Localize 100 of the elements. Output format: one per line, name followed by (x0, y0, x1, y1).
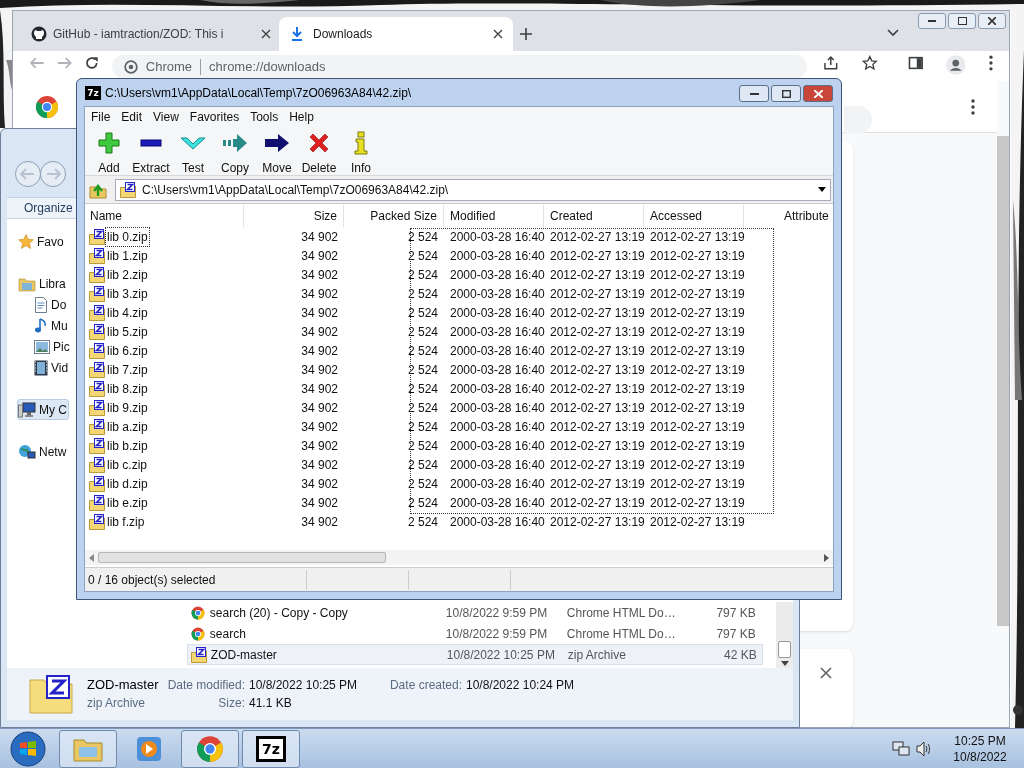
created-date: 2012-02-27 13:19 (549, 285, 644, 303)
file-name[interactable]: lib 4.zip (106, 303, 149, 322)
file-type: zip Archive (87, 695, 147, 712)
field-value: 41.1 KB (249, 695, 293, 712)
url-text: chrome://downloads (209, 57, 326, 76)
clock[interactable]: 10:25 PM 10/8/2022 (944, 732, 1016, 765)
file-name[interactable]: lib 9.zip (106, 398, 149, 417)
file-name: ZOD-master (87, 676, 160, 694)
file-name[interactable]: lib f.zip (106, 512, 146, 531)
file-date: 10/8/2022 9:59 PM (445, 604, 549, 622)
menu-item[interactable]: Help (285, 107, 318, 126)
file-type: Chrome HTML Do… (566, 625, 677, 643)
field-value: 10/8/2022 10:25 PM (249, 677, 359, 694)
modified-date: 2000-03-28 16:40 (449, 247, 544, 265)
menu-item[interactable]: Favorites (185, 107, 244, 126)
packed-size: 2 524 (406, 494, 439, 512)
file-name[interactable]: lib a.zip (106, 417, 149, 436)
created-date: 2012-02-27 13:19 (549, 228, 644, 246)
column-header[interactable]: Name (85, 205, 244, 227)
toolbar-button[interactable]: Move (256, 131, 298, 177)
nav-item[interactable]: Netw (17, 441, 69, 462)
column-header[interactable]: Attribute (744, 205, 833, 227)
file-name[interactable]: lib 6.zip (106, 341, 149, 360)
created-date: 2012-02-27 13:19 (549, 399, 644, 417)
field-label: Date created: (389, 677, 462, 694)
nav-item[interactable]: Libra (17, 273, 68, 294)
app-logo-icon: 7z (85, 85, 101, 100)
file-size: 797 KB (715, 604, 756, 622)
accessed-date: 2012-02-27 13:19 (649, 266, 744, 284)
modified-date: 2000-03-28 16:40 (449, 513, 544, 531)
modified-date: 2000-03-28 16:40 (449, 380, 544, 398)
file-size: 34 902 (300, 513, 339, 531)
packed-size: 2 524 (406, 342, 439, 360)
accessed-date: 2012-02-27 13:19 (649, 437, 744, 455)
created-date: 2012-02-27 13:19 (549, 342, 644, 360)
file-size: 34 902 (300, 247, 339, 265)
file-name: search (208, 625, 247, 643)
nav-item[interactable]: Do (33, 294, 69, 315)
menu-item[interactable]: View (149, 107, 183, 126)
created-date: 2012-02-27 13:19 (549, 304, 644, 322)
column-header[interactable]: Accessed (644, 205, 744, 227)
file-name[interactable]: lib 7.zip (106, 360, 149, 379)
column-header[interactable]: Created (544, 205, 644, 227)
file-name[interactable]: lib b.zip (106, 436, 149, 455)
file-name[interactable]: lib 0.zip (106, 227, 149, 246)
menu-item[interactable]: Tools (246, 107, 283, 126)
address-bar[interactable]: Chrome chrome://downloads (111, 55, 807, 78)
toolbar-button[interactable]: Delete (298, 131, 340, 177)
nav-item[interactable]: Mu (33, 315, 70, 336)
nav-item[interactable]: Pic (33, 336, 72, 357)
file-name[interactable]: lib 2.zip (106, 265, 149, 284)
file-size: 34 902 (300, 380, 339, 398)
file-name[interactable]: lib e.zip (106, 493, 149, 512)
modified-date: 2000-03-28 16:40 (449, 494, 544, 512)
file-size: 34 902 (300, 399, 339, 417)
file-name[interactable]: lib 5.zip (106, 322, 149, 341)
created-date: 2012-02-27 13:19 (549, 437, 644, 455)
status-text: 0 / 16 object(s) selected (85, 569, 307, 590)
file-name[interactable]: lib d.zip (106, 474, 149, 493)
column-header[interactable]: Size (244, 205, 344, 227)
file-size: 42 KB (723, 646, 757, 664)
browser-tab[interactable]: Downloads (279, 17, 513, 51)
created-date: 2012-02-27 13:19 (549, 323, 644, 341)
path-combobox[interactable]: C:\Users\vm1\AppData\Local\Temp\7zO06963A84\42.zip\ (115, 178, 831, 201)
modified-date: 2000-03-28 16:40 (449, 456, 544, 474)
packed-size: 2 524 (406, 456, 439, 474)
toolbar-button[interactable]: Copy (214, 131, 256, 177)
field-label: Size: (217, 695, 245, 712)
file-row[interactable]: search 10/8/2022 9:59 PM Chrome HTML Do… 797 KB (186, 623, 763, 644)
taskbar-button[interactable]: 7z (242, 729, 300, 768)
toolbar-button[interactable]: Info (340, 131, 382, 177)
packed-size: 2 524 (406, 266, 439, 284)
file-row[interactable]: ZOD-master 10/8/2022 10:25 PM zip Archive 42 KB (186, 644, 763, 665)
column-header[interactable]: Modified (444, 205, 544, 227)
accessed-date: 2012-02-27 13:19 (649, 228, 744, 246)
modified-date: 2000-03-28 16:40 (449, 285, 544, 303)
column-header[interactable]: Packed Size (344, 205, 444, 227)
file-name: ZOD-master (209, 646, 278, 664)
created-date: 2012-02-27 13:19 (549, 494, 644, 512)
file-size: 34 902 (300, 418, 339, 436)
file-name[interactable]: lib 1.zip (106, 246, 149, 265)
file-name[interactable]: lib 8.zip (106, 379, 149, 398)
modified-date: 2000-03-28 16:40 (449, 399, 544, 417)
file-row[interactable]: search (20) - Copy - Copy 10/8/2022 9:59 PM Chrome HTML Do… 797 KB (186, 602, 763, 623)
created-date: 2012-02-27 13:19 (549, 456, 644, 474)
modified-date: 2000-03-28 16:40 (449, 418, 544, 436)
file-size: 34 902 (300, 437, 339, 455)
organize-menu[interactable]: Organize (24, 199, 73, 217)
toolbar-button[interactable]: Extract (130, 131, 172, 177)
nav-item[interactable]: My C (17, 399, 69, 420)
file-name[interactable]: lib 3.zip (106, 284, 149, 303)
field-value: 10/8/2022 10:24 PM (466, 677, 575, 694)
file-name[interactable]: lib c.zip (106, 455, 148, 474)
menu-item[interactable]: File (87, 107, 115, 126)
nav-item[interactable]: Favo (17, 231, 66, 252)
browser-tab[interactable]: GitHub - iamtraction/ZOD: This i (23, 17, 279, 51)
menu-item[interactable]: Edit (117, 107, 147, 126)
nav-item[interactable]: Vid (33, 357, 71, 378)
toolbar-button[interactable]: Add (88, 131, 130, 177)
toolbar-button[interactable]: Test (172, 131, 214, 177)
